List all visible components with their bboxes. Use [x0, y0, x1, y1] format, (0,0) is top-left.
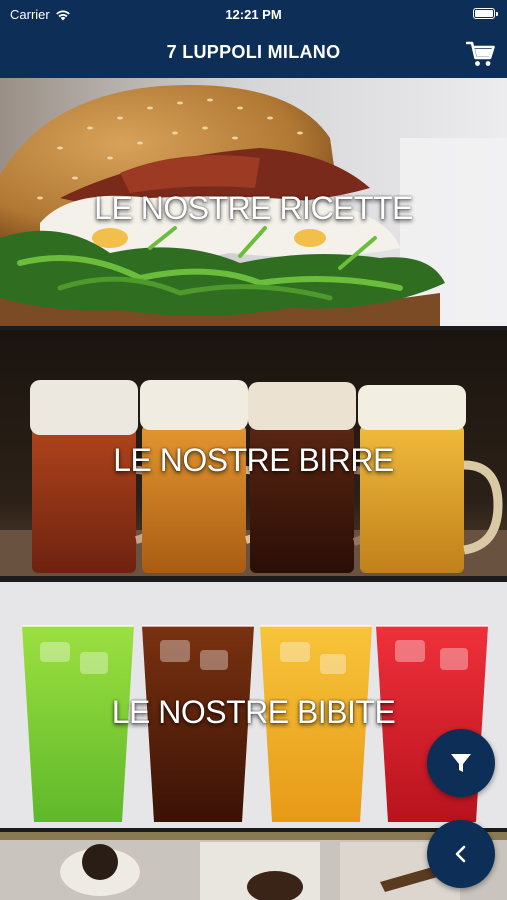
nav-bar: 7 LUPPOLI MILANO: [0, 30, 507, 78]
chevron-left-icon: [455, 845, 466, 863]
back-button[interactable]: [427, 820, 495, 888]
category-tile-drinks[interactable]: LE NOSTRE BIBITE: [0, 582, 507, 828]
filter-icon: [451, 754, 471, 772]
page-title: 7 LUPPOLI MILANO: [166, 42, 341, 62]
cart-icon: [466, 41, 495, 66]
drinks-image: [0, 582, 507, 828]
battery-icon: [473, 8, 498, 19]
burger-image: [0, 78, 507, 326]
status-bar: Carrier 12:21 PM: [0, 0, 507, 30]
beer-image: [0, 330, 507, 576]
cart-button[interactable]: [465, 38, 497, 70]
category-tile-beers[interactable]: LE NOSTRE BIRRE: [0, 330, 507, 576]
filter-button[interactable]: [427, 729, 495, 797]
category-tile-recipes[interactable]: LE NOSTRE RICETTE: [0, 78, 507, 326]
status-time: 12:21 PM: [225, 7, 282, 22]
